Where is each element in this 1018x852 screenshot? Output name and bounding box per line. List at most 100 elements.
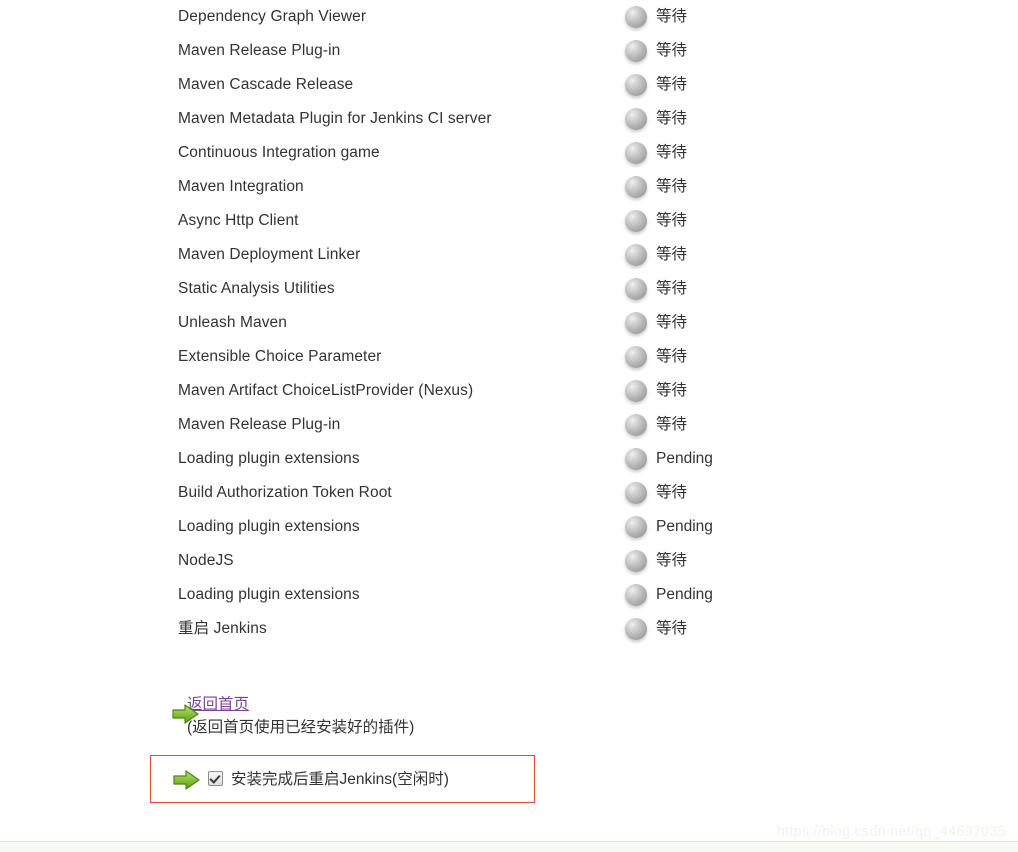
pending-orb-icon [625, 380, 647, 402]
plugin-status-cell: 等待 [625, 170, 687, 204]
plugin-name: Maven Release Plug-in [178, 42, 341, 59]
plugin-install-row: NodeJS 等待 [178, 544, 878, 578]
plugin-status-text: Pending [656, 586, 713, 603]
plugin-status-cell: Pending [625, 442, 713, 476]
pending-orb-icon [625, 278, 647, 300]
plugin-name: Build Authorization Token Root [178, 484, 392, 501]
restart-option-highlight-box: 安装完成后重启Jenkins(空闲时) [150, 755, 535, 803]
plugin-status-cell: Pending [625, 578, 713, 612]
plugin-status-text: 等待 [656, 552, 688, 569]
plugin-name: Maven Integration [178, 178, 304, 195]
plugin-status-text: Pending [656, 450, 713, 467]
plugin-status-cell: 等待 [625, 102, 687, 136]
plugin-install-row: Maven Deployment Linker 等待 [178, 238, 878, 272]
plugin-status-text: Pending [656, 518, 713, 535]
plugin-install-page: Dependency Graph Viewer 等待 Maven Release P… [0, 0, 1018, 852]
pending-orb-icon [625, 312, 647, 334]
plugin-status-cell: 等待 [625, 306, 687, 340]
pending-orb-icon [625, 210, 647, 232]
plugin-status-text: 等待 [656, 42, 688, 59]
plugin-install-row: Async Http Client 等待 [178, 204, 878, 238]
plugin-name: Continuous Integration game [178, 144, 380, 161]
plugin-status-text: 等待 [656, 76, 688, 93]
plugin-name: Loading plugin extensions [178, 518, 360, 535]
plugin-install-row: Continuous Integration game 等待 [178, 136, 878, 170]
plugin-status-text: 等待 [656, 314, 688, 331]
plugin-install-row: Maven Metadata Plugin for Jenkins CI ser… [178, 102, 878, 136]
plugin-name: Extensible Choice Parameter [178, 348, 382, 365]
plugin-status-cell: 等待 [625, 476, 687, 510]
plugin-install-row: Unleash Maven 等待 [178, 306, 878, 340]
plugin-install-row: 重启 Jenkins 等待 [178, 612, 878, 646]
pending-orb-icon [625, 346, 647, 368]
plugin-status-text: 等待 [656, 280, 688, 297]
return-home-action[interactable]: 返回首页 (返回首页使用已经安装好的插件) [150, 694, 570, 740]
restart-option-row[interactable]: 安装完成后重启Jenkins(空闲时) [151, 756, 534, 804]
plugin-status-text: 等待 [656, 8, 688, 25]
plugin-status-cell: 等待 [625, 0, 687, 34]
green-arrow-icon [172, 703, 200, 725]
pending-orb-icon [625, 244, 647, 266]
pending-orb-icon [625, 176, 647, 198]
plugin-install-row: Maven Integration 等待 [178, 170, 878, 204]
pending-orb-icon [625, 74, 647, 96]
pending-orb-icon [625, 108, 647, 130]
plugin-status-text: 等待 [656, 144, 688, 161]
plugin-status-text: 等待 [656, 110, 688, 127]
green-arrow-icon [173, 769, 201, 791]
plugin-status-cell: 等待 [625, 34, 687, 68]
pending-orb-icon [625, 516, 647, 538]
plugin-name: Maven Metadata Plugin for Jenkins CI ser… [178, 110, 492, 127]
plugin-name: NodeJS [178, 552, 234, 569]
footer-strip [0, 842, 1018, 852]
plugin-name: Async Http Client [178, 212, 299, 229]
plugin-status-cell: 等待 [625, 544, 687, 578]
plugin-name: Loading plugin extensions [178, 586, 360, 603]
pending-orb-icon [625, 482, 647, 504]
plugin-install-table: Dependency Graph Viewer 等待 Maven Release P… [178, 0, 878, 646]
plugin-status-text: 等待 [656, 382, 688, 399]
plugin-install-row: Loading plugin extensions Pending [178, 510, 878, 544]
plugin-name: Maven Artifact ChoiceListProvider (Nexus… [178, 382, 474, 399]
return-home-note: (返回首页使用已经安装好的插件) [187, 719, 415, 736]
plugin-install-row: Maven Release Plug-in 等待 [178, 34, 878, 68]
plugin-install-row: Maven Cascade Release 等待 [178, 68, 878, 102]
plugin-status-cell: Pending [625, 510, 713, 544]
plugin-name: Loading plugin extensions [178, 450, 360, 467]
plugin-name: Dependency Graph Viewer [178, 8, 367, 25]
plugin-status-text: 等待 [656, 416, 688, 433]
plugin-install-row: Build Authorization Token Root 等待 [178, 476, 878, 510]
plugin-install-row: Maven Artifact ChoiceListProvider (Nexus… [178, 374, 878, 408]
plugin-status-text: 等待 [656, 212, 688, 229]
plugin-status-cell: 等待 [625, 340, 687, 374]
plugin-status-text: 等待 [656, 620, 688, 637]
plugin-install-row: Loading plugin extensions Pending [178, 578, 878, 612]
plugin-status-text: 等待 [656, 348, 688, 365]
pending-orb-icon [625, 40, 647, 62]
plugin-status-cell: 等待 [625, 272, 687, 306]
plugin-status-cell: 等待 [625, 238, 687, 272]
plugin-install-row: Extensible Choice Parameter 等待 [178, 340, 878, 374]
plugin-install-row: Static Analysis Utilities 等待 [178, 272, 878, 306]
plugin-status-text: 等待 [656, 484, 688, 501]
plugin-status-cell: 等待 [625, 204, 687, 238]
plugin-status-cell: 等待 [625, 68, 687, 102]
plugin-name: Maven Release Plug-in [178, 416, 341, 433]
plugin-status-cell: 等待 [625, 408, 687, 442]
plugin-name: 重启 Jenkins [178, 620, 267, 637]
plugin-status-cell: 等待 [625, 136, 687, 170]
pending-orb-icon [625, 618, 647, 640]
pending-orb-icon [625, 448, 647, 470]
plugin-name: Maven Deployment Linker [178, 246, 361, 263]
pending-orb-icon [625, 414, 647, 436]
restart-after-install-label: 安装完成后重启Jenkins(空闲时) [231, 771, 449, 788]
watermark-text: https://blog.csdn.net/qq_44697035 [776, 824, 1006, 840]
pending-orb-icon [625, 584, 647, 606]
plugin-status-text: 等待 [656, 178, 688, 195]
restart-after-install-checkbox[interactable] [208, 771, 223, 786]
pending-orb-icon [625, 142, 647, 164]
post-install-actions: 返回首页 (返回首页使用已经安装好的插件) 安装完成后重启Jenkins(空闲时… [150, 694, 570, 803]
pending-orb-icon [625, 550, 647, 572]
plugin-status-cell: 等待 [625, 612, 687, 646]
plugin-status-text: 等待 [656, 246, 688, 263]
